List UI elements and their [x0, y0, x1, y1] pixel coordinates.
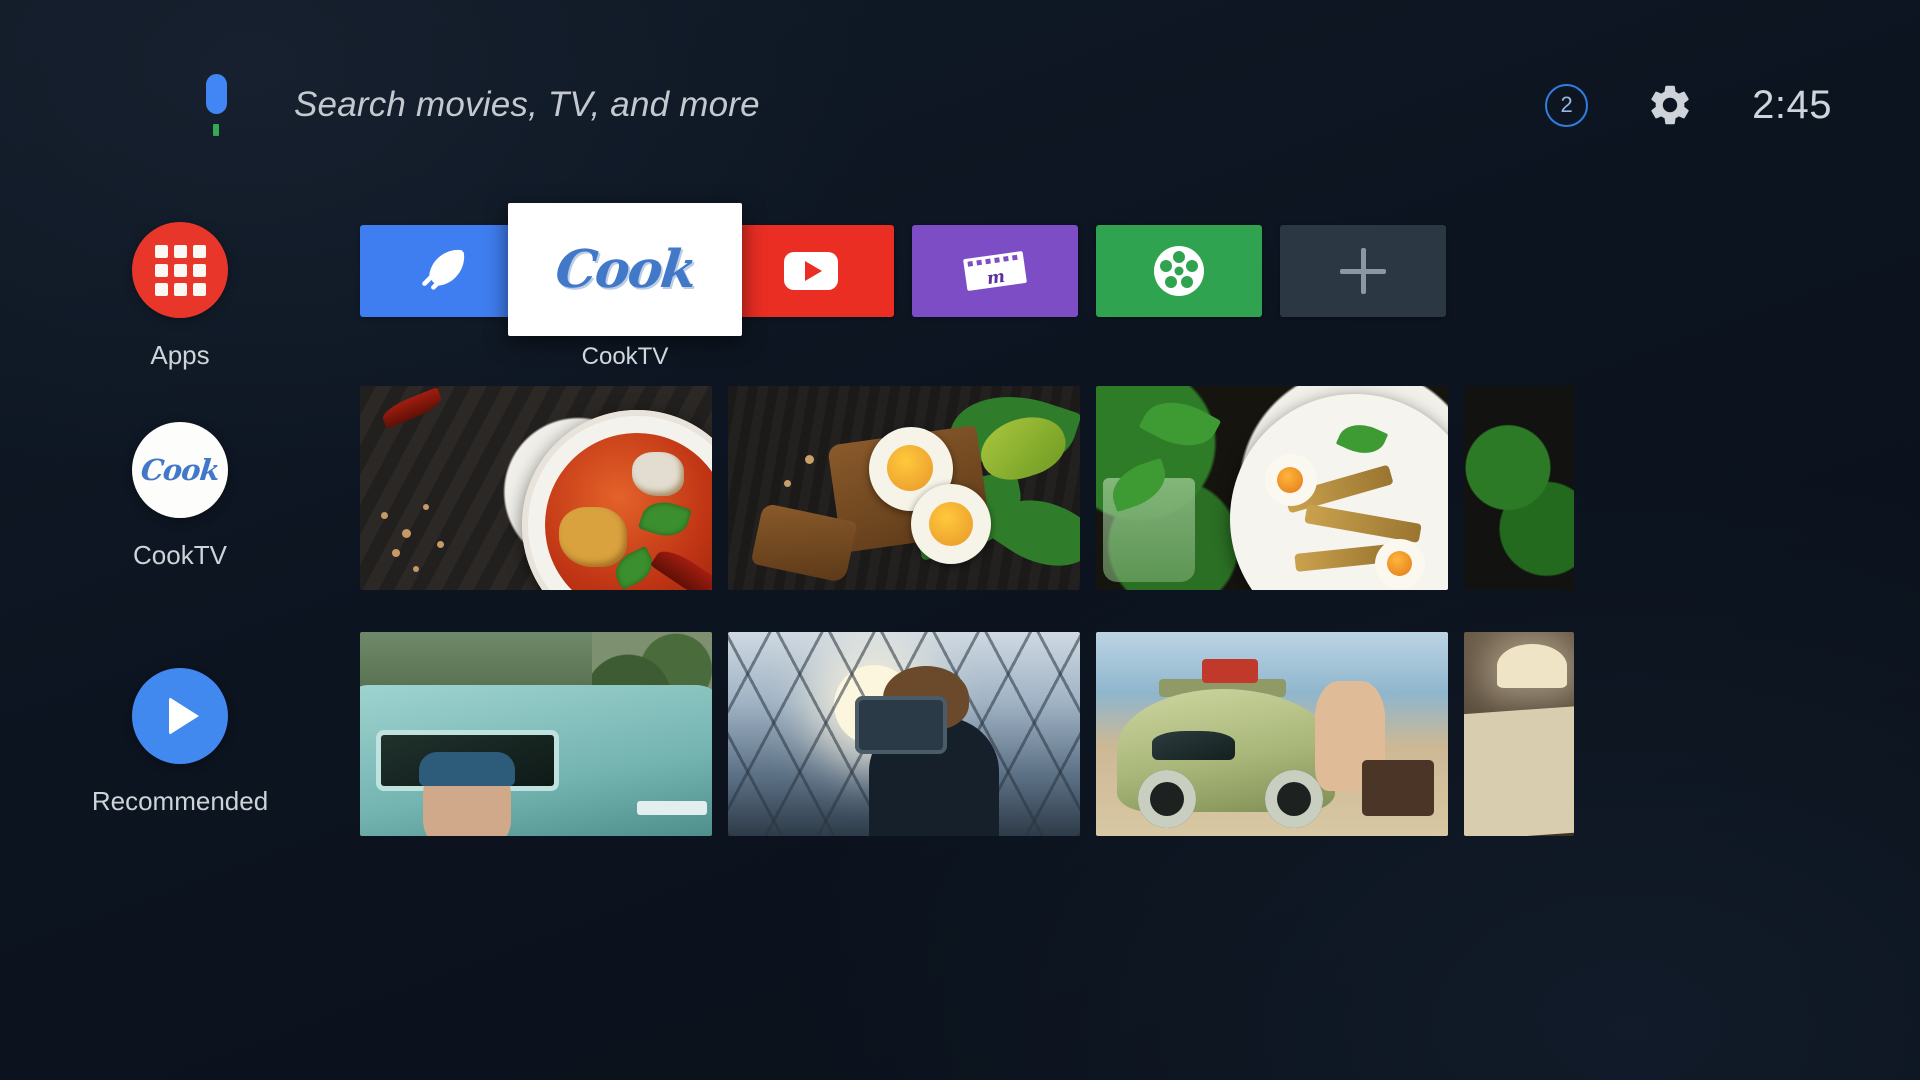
- search-input[interactable]: Search movies, TV, and more: [294, 85, 760, 125]
- thumbnail-vw-beetle-on-beach[interactable]: [1096, 632, 1448, 836]
- clock: 2:45: [1752, 82, 1832, 127]
- google-mic-icon[interactable]: [192, 74, 238, 136]
- header-status-area: 2 2:45: [1545, 0, 1832, 210]
- thumbnail-road-map-on-table[interactable]: [1464, 632, 1574, 836]
- sidebar-item-cooktv[interactable]: Cook CookTV: [132, 422, 228, 571]
- cook-logo-text-large: Cook: [552, 239, 698, 300]
- apps-grid-icon: [132, 222, 228, 318]
- cook-logo-icon: Cook: [132, 422, 228, 518]
- gear-icon[interactable]: [1646, 81, 1694, 129]
- add-app-button[interactable]: [1280, 225, 1446, 317]
- app-tile-youtube[interactable]: [728, 225, 894, 317]
- sidebar-item-recommended[interactable]: Recommended: [92, 668, 268, 817]
- android-tv-home-screen: Search movies, TV, and more 2 2:45 Apps …: [0, 0, 1920, 1080]
- top-header-bar: Search movies, TV, and more 2 2:45: [0, 0, 1920, 210]
- film-reel-icon: [1154, 246, 1204, 296]
- thumbnail-woman-in-teal-pickup-truck[interactable]: [360, 632, 712, 836]
- play-icon: [132, 668, 228, 764]
- app-tile-cooktv-focused[interactable]: Cook: [508, 203, 742, 336]
- sidebar-item-apps[interactable]: Apps: [132, 222, 228, 371]
- focused-app-label: CookTV: [581, 343, 669, 370]
- thumbnail-red-curry-soup-bowl[interactable]: [360, 386, 712, 590]
- cook-logo-text: Cook: [139, 453, 221, 487]
- play-badge-icon: [784, 252, 838, 290]
- cooktv-content-row: [360, 386, 1574, 590]
- sidebar-label-recommended: Recommended: [91, 786, 269, 816]
- thumbnail-dark-leafy-greens[interactable]: [1464, 386, 1574, 590]
- sidebar-label-cooktv: CookTV: [133, 540, 227, 570]
- app-tile-feather[interactable]: [360, 225, 526, 317]
- film-strip-m-icon: m: [963, 251, 1027, 291]
- svg-text:m: m: [986, 267, 1007, 289]
- feather-icon: [422, 249, 465, 290]
- notification-badge[interactable]: 2: [1545, 83, 1589, 127]
- app-tile-reel[interactable]: [1096, 225, 1262, 317]
- thumbnail-egg-avocado-toast[interactable]: [728, 386, 1080, 590]
- recommended-content-row: [360, 632, 1574, 836]
- sidebar-label-apps: Apps: [150, 340, 210, 370]
- app-tile-movies[interactable]: m: [912, 225, 1078, 317]
- search-bar[interactable]: Search movies, TV, and more: [192, 74, 760, 136]
- thumbnail-chicken-caesar-salad-plate[interactable]: [1096, 386, 1448, 590]
- thumbnail-person-with-binoculars-city[interactable]: [728, 632, 1080, 836]
